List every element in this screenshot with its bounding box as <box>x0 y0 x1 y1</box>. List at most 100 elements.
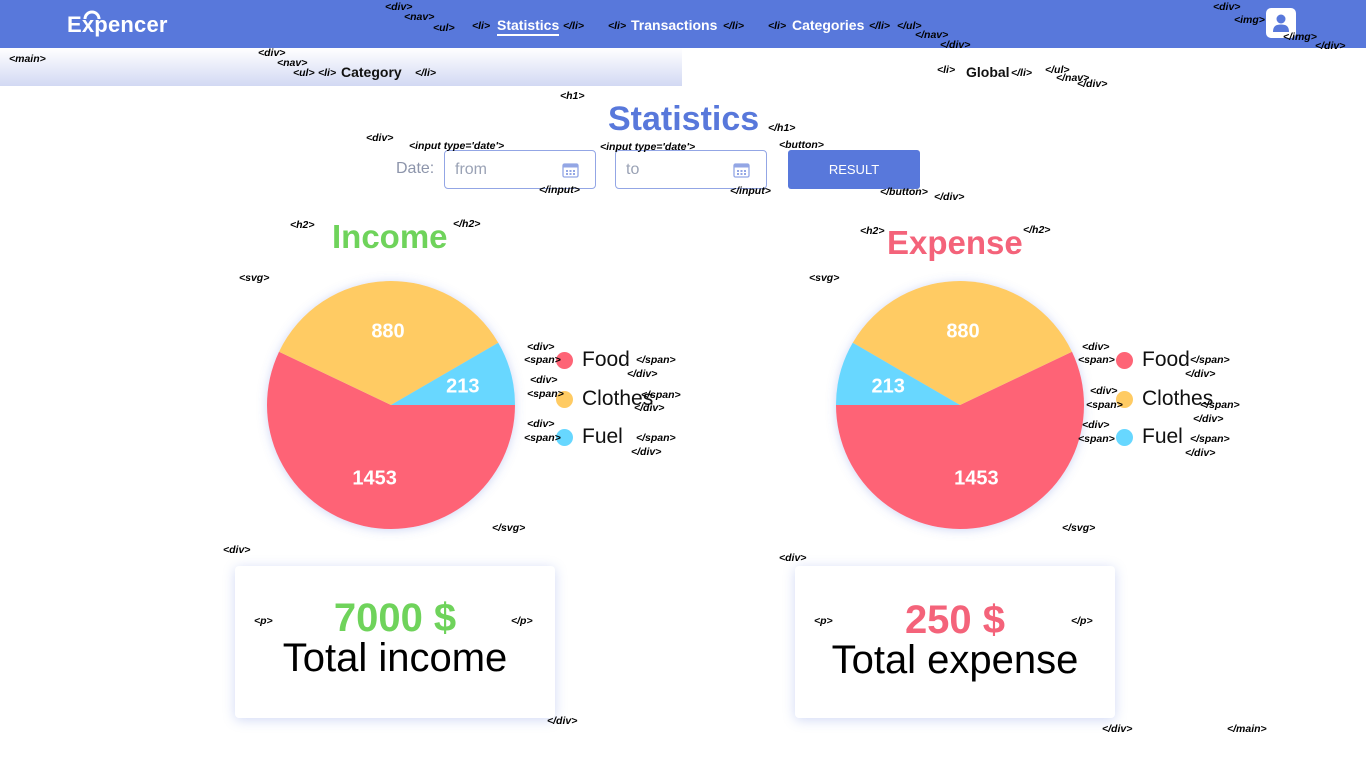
markup-tag: </input> <box>730 185 771 197</box>
markup-tag: </div> <box>631 446 662 458</box>
nav-item-transactions[interactable]: Transactions <box>631 17 717 33</box>
markup-tag: <input type='date'> <box>600 141 696 153</box>
date-to-placeholder: to <box>626 161 640 178</box>
markup-tag: <main> <box>9 53 46 65</box>
user-icon <box>1273 14 1289 32</box>
app-logo[interactable]: Expencer <box>67 12 168 38</box>
markup-tag: </input> <box>539 184 580 196</box>
markup-tag: </span> <box>641 389 681 401</box>
legend-swatch <box>1116 352 1133 369</box>
markup-tag: <h2> <box>860 225 885 237</box>
markup-tag: </li> <box>1011 67 1033 79</box>
date-label: Date: <box>396 160 435 177</box>
markup-tag: <span> <box>1078 354 1115 366</box>
pie-value-label-clothes: 880 <box>371 321 404 343</box>
markup-tag: </h2> <box>1023 224 1051 236</box>
total-expense-amount: 250 $ <box>904 598 1006 642</box>
markup-tag: </div> <box>934 191 965 203</box>
expense-title: Expense <box>887 224 1023 261</box>
markup-tag: </div> <box>547 715 578 727</box>
markup-tag: <p> <box>254 615 273 627</box>
markup-tag: <svg> <box>809 272 840 284</box>
markup-tag: <li> <box>472 20 491 32</box>
page: Expencer Statistics Transactions Categor… <box>0 0 1366 768</box>
expense-pie-chart: 1453 880 213 <box>836 280 1084 529</box>
legend-label: Food <box>1142 348 1190 371</box>
markup-tag: </span> <box>1200 399 1240 411</box>
markup-tag: <div> <box>530 374 558 386</box>
markup-tag: <h1> <box>560 90 585 102</box>
markup-tag: </li> <box>723 20 745 32</box>
top-navbar: Expencer Statistics Transactions Categor… <box>0 0 1366 48</box>
markup-tag: </svg> <box>492 522 526 534</box>
markup-tag: </h1> <box>768 122 796 134</box>
calendar-icon[interactable] <box>562 162 579 178</box>
markup-tag: </p> <box>1071 615 1093 627</box>
pie-value-label-food: 1453 <box>954 468 999 490</box>
markup-tag: <li> <box>318 67 337 79</box>
markup-tag: <h2> <box>290 219 315 231</box>
markup-tag: <ul> <box>433 22 455 34</box>
date-to-input[interactable]: to <box>615 150 767 189</box>
markup-tag: <nav> <box>404 11 435 23</box>
calendar-icon[interactable] <box>733 162 750 178</box>
legend-label: Food <box>582 348 630 371</box>
pie-value-label-food: 1453 <box>352 468 397 490</box>
markup-tag: </li> <box>563 20 585 32</box>
pie-value-label-fuel: 213 <box>446 376 479 398</box>
markup-tag: </h2> <box>453 218 481 230</box>
markup-tag: <li> <box>937 64 956 76</box>
markup-tag: </div> <box>634 402 665 414</box>
markup-tag: </span> <box>636 354 676 366</box>
markup-tag: <div> <box>1213 1 1241 13</box>
markup-tag: </svg> <box>1062 522 1096 534</box>
markup-tag: </li> <box>869 20 891 32</box>
legend-label: Fuel <box>1142 425 1183 448</box>
pie-value-label-clothes: 880 <box>946 321 979 343</box>
total-income-label: Total income <box>282 636 508 680</box>
markup-tag: <ul> <box>293 67 315 79</box>
markup-tag: </div> <box>1185 447 1216 459</box>
total-expense-label: Total expense <box>831 638 1079 682</box>
total-income-card: 7000 $ Total income <box>235 566 555 718</box>
subnav-item-global[interactable]: Global <box>966 64 1010 80</box>
date-from-placeholder: from <box>455 161 487 178</box>
page-title: Statistics <box>608 100 760 138</box>
markup-tag: </div> <box>940 39 971 51</box>
markup-tag: <p> <box>814 615 833 627</box>
total-expense-card: 250 $ Total expense <box>795 566 1115 718</box>
markup-tag: <button> <box>779 139 824 151</box>
markup-tag: <div> <box>1090 385 1118 397</box>
markup-tag: <span> <box>524 432 561 444</box>
income-pie-chart: 1453 880 213 <box>267 280 515 529</box>
markup-tag: <span> <box>1086 399 1123 411</box>
markup-tag: <li> <box>608 20 627 32</box>
markup-tag: </span> <box>1190 433 1230 445</box>
markup-tag: <li> <box>768 20 787 32</box>
markup-tag: </div> <box>1315 40 1346 52</box>
markup-tag: </div> <box>1193 413 1224 425</box>
markup-tag: <img> <box>1234 14 1265 26</box>
markup-tag: </img> <box>1283 31 1317 43</box>
markup-tag: </main> <box>1227 723 1267 735</box>
pie-value-label-fuel: 213 <box>872 376 905 398</box>
markup-tag: <span> <box>1078 433 1115 445</box>
nav-item-categories[interactable]: Categories <box>792 17 864 33</box>
markup-tag: <span> <box>527 388 564 400</box>
markup-tag: <div> <box>779 552 807 564</box>
income-title: Income <box>332 218 448 255</box>
markup-tag: <div> <box>223 544 251 556</box>
markup-tag: </div> <box>1185 368 1216 380</box>
markup-tag: <input type='date'> <box>409 140 505 152</box>
markup-tag: </div> <box>627 368 658 380</box>
nav-item-statistics[interactable]: Statistics <box>497 17 560 36</box>
markup-tag: </div> <box>1102 723 1133 735</box>
result-button[interactable]: RESULT <box>788 150 920 189</box>
legend-swatch <box>1116 429 1133 446</box>
markup-tag: <div> <box>527 341 555 353</box>
markup-tag: <div> <box>527 418 555 430</box>
markup-tag: </span> <box>636 432 676 444</box>
markup-tag: </p> <box>511 615 533 627</box>
subnav-item-category[interactable]: Category <box>341 64 402 80</box>
markup-tag: <div> <box>1082 419 1110 431</box>
